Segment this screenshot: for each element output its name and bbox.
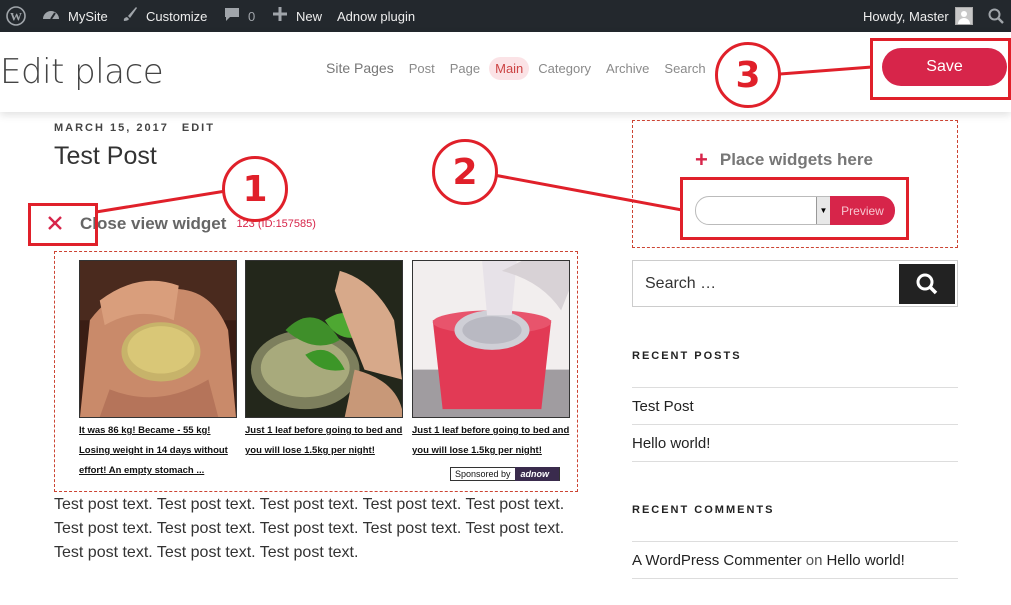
callout-number-3: 3	[715, 42, 781, 108]
callout-number-1: 1	[222, 156, 288, 222]
callout-box-save	[870, 38, 1011, 100]
callout-number-2: 2	[432, 139, 498, 205]
callout-lines	[95, 65, 873, 214]
callout-box-preview	[680, 177, 909, 240]
callout-box-close	[28, 203, 98, 246]
